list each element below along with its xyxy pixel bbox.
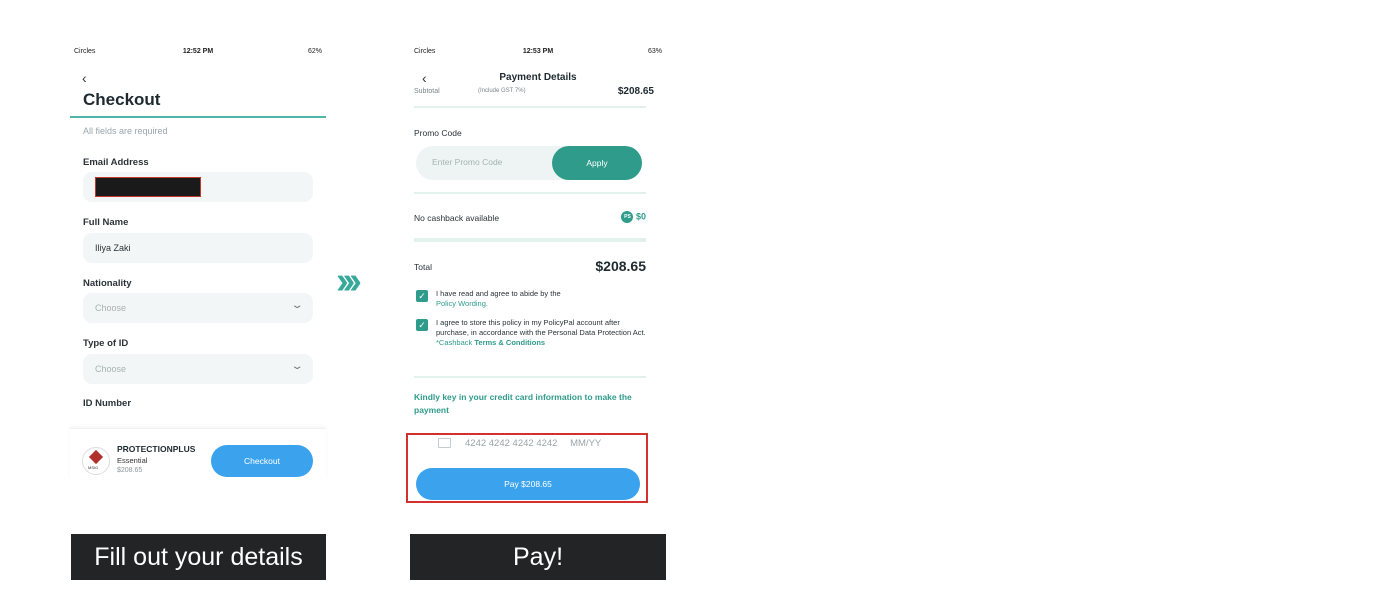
full-name-label: Full Name xyxy=(83,217,129,228)
email-field[interactable] xyxy=(83,172,313,202)
product-tier: Essential xyxy=(117,456,148,465)
nationality-label: Nationality xyxy=(83,278,132,289)
back-chevron-icon[interactable]: ‹ xyxy=(82,70,87,86)
highlight-box: 4242 4242 4242 4242 MM/YY Pay $208.65 xyxy=(406,433,648,503)
required-hint: All fields are required xyxy=(83,126,168,136)
payment-screen: Circles 12:53 PM 63% ‹ Payment Details S… xyxy=(406,42,666,532)
agree-policy-label: I have read and agree to abide by the xyxy=(436,289,561,298)
card-number: 4242 4242 4242 4242 xyxy=(465,438,558,449)
cashback-amount: $0 xyxy=(635,211,646,222)
logo-text: MSIG xyxy=(88,465,99,470)
chevron-down-icon: ⌄ xyxy=(290,361,304,372)
status-bar: Circles 12:53 PM 63% xyxy=(414,48,662,60)
status-time: 12:52 PM xyxy=(182,48,214,55)
status-bar: Circles 12:52 PM 62% xyxy=(74,48,322,60)
checkout-button[interactable]: Checkout xyxy=(211,445,313,477)
flow-arrows-icon: ››› xyxy=(336,260,362,302)
promo-field[interactable]: Enter Promo Code Apply xyxy=(416,146,642,180)
total-label: Total xyxy=(414,262,432,272)
promo-label: Promo Code xyxy=(414,128,462,138)
divider xyxy=(414,192,646,194)
checkout-screen: Circles 12:52 PM 62% ‹ Checkout All fiel… xyxy=(70,42,326,532)
card-prompt: Kindly key in your credit card informati… xyxy=(414,392,632,415)
full-name-field[interactable]: Iliya Zaki xyxy=(83,233,313,263)
agree-policy-checkbox[interactable]: ✓ xyxy=(416,290,428,302)
subtotal-row: Subtotal (Include GST 7%) $208.65 xyxy=(414,86,654,102)
battery-label: 62% xyxy=(307,48,322,55)
policy-wording-link[interactable]: Policy Wording. xyxy=(436,299,488,308)
status-time: 12:53 PM xyxy=(522,48,554,55)
nationality-select[interactable]: Choose ⌄ xyxy=(83,293,313,323)
agree-policy-text: I have read and agree to abide by the Po… xyxy=(436,289,646,309)
caption-pay: Pay! xyxy=(410,534,666,580)
page-title: Payment Details xyxy=(499,72,577,83)
terms-link[interactable]: Terms & Conditions xyxy=(474,338,545,347)
subtotal-label: Subtotal xyxy=(414,88,440,95)
title-divider xyxy=(70,116,326,118)
divider xyxy=(414,238,646,242)
chevron-down-icon: ⌄ xyxy=(290,300,304,311)
id-number-label: ID Number xyxy=(83,398,132,409)
redacted-email xyxy=(95,177,201,197)
card-number-field[interactable]: 4242 4242 4242 4242 MM/YY xyxy=(438,438,601,449)
page-title: Checkout xyxy=(83,90,161,109)
store-policy-label: I agree to store this policy in my Polic… xyxy=(436,318,646,337)
id-type-label: Type of ID xyxy=(83,338,129,349)
apply-button[interactable]: Apply xyxy=(552,146,642,180)
divider xyxy=(414,106,646,108)
promo-placeholder: Enter Promo Code xyxy=(432,157,503,167)
cashback-label: No cashback available xyxy=(414,213,500,223)
id-type-placeholder: Choose xyxy=(95,364,127,374)
product-name: PROTECTIONPLUS xyxy=(117,444,196,454)
total-value: $208.65 xyxy=(595,258,646,274)
pay-button[interactable]: Pay $208.65 xyxy=(416,468,640,500)
battery-label: 63% xyxy=(647,48,662,55)
cashback-value: PS $0 xyxy=(621,211,646,223)
caption-fill-details: Fill out your details xyxy=(71,534,326,580)
insurer-logo: MSIG xyxy=(82,447,110,475)
store-policy-checkbox[interactable]: ✓ xyxy=(416,319,428,331)
policypal-coin-icon: PS xyxy=(621,211,634,223)
nationality-placeholder: Choose xyxy=(95,303,127,313)
divider xyxy=(414,376,646,378)
subtotal-value: $208.65 xyxy=(617,86,654,97)
credit-card-icon xyxy=(438,438,451,449)
product-summary-bar: MSIG PROTECTIONPLUS Essential $208.65 Ch… xyxy=(70,428,326,479)
card-expiry: MM/YY xyxy=(570,438,602,449)
subtotal-note: (Include GST 7%) xyxy=(478,88,526,94)
cashback-prefix: *Cashback xyxy=(436,338,473,347)
email-label: Email Address xyxy=(83,157,149,168)
store-policy-text: I agree to store this policy in my Polic… xyxy=(436,318,646,348)
product-price: $208.65 xyxy=(117,467,143,474)
id-type-select[interactable]: Choose ⌄ xyxy=(83,354,313,384)
